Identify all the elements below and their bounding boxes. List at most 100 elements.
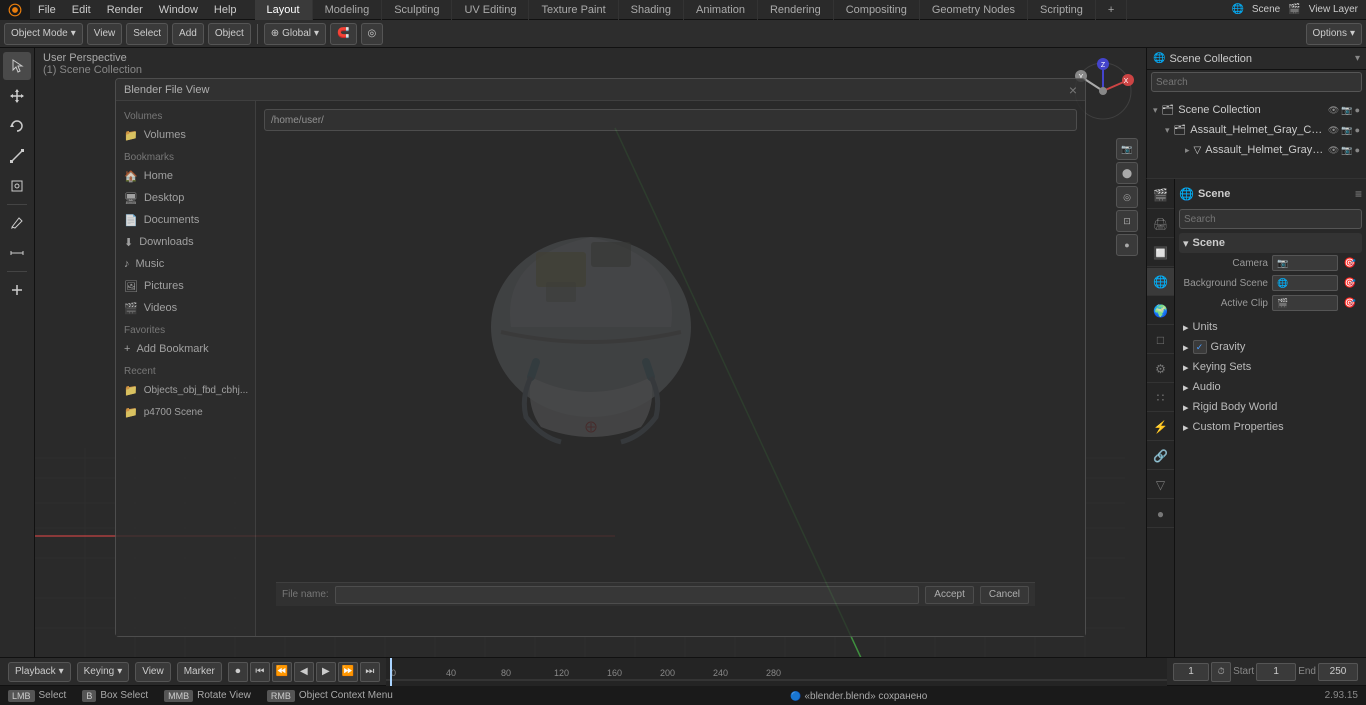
mesh-render-icon[interactable]: ● — [1355, 145, 1360, 156]
tab-add[interactable]: + — [1096, 0, 1127, 20]
mesh-cam-icon[interactable]: 📷 — [1341, 145, 1352, 156]
bg-scene-pick-btn[interactable]: 🎯 — [1342, 275, 1358, 291]
fv-cancel-btn[interactable]: Cancel — [980, 586, 1029, 604]
fps-btn[interactable]: ⏱ — [1211, 662, 1231, 682]
tab-modeling[interactable]: Modeling — [313, 0, 383, 20]
view-menu-btn[interactable]: View — [87, 23, 123, 45]
transform-tool-btn[interactable] — [3, 172, 31, 200]
background-scene-value[interactable]: 🌐 — [1272, 275, 1338, 291]
props-tab-object[interactable]: □ — [1147, 326, 1175, 354]
tab-compositing[interactable]: Compositing — [834, 0, 920, 20]
object-mode-dropdown[interactable]: Object Mode ▾ — [4, 23, 83, 45]
tab-sculpting[interactable]: Sculpting — [382, 0, 452, 20]
gravity-checkbox[interactable]: ✓ — [1193, 340, 1207, 354]
scale-tool-btn[interactable] — [3, 142, 31, 170]
gravity-collapsible[interactable]: ▸ ✓ Gravity — [1179, 337, 1362, 357]
play-btn[interactable]: ▶ — [316, 662, 336, 682]
mesh-eye-icon[interactable]: 👁 — [1328, 145, 1339, 156]
viewport-overlay-btn[interactable]: ◎ — [1116, 186, 1138, 208]
select-menu-btn[interactable]: Select — [126, 23, 168, 45]
viewport-shading-btn[interactable]: ● — [1116, 234, 1138, 256]
menu-window[interactable]: Window — [151, 0, 206, 20]
annotate-tool-btn[interactable] — [3, 209, 31, 237]
rigid-body-collapsible[interactable]: ▸ Rigid Body World — [1179, 397, 1362, 417]
object-menu-btn[interactable]: Object — [208, 23, 251, 45]
fv-item-0[interactable]: 📁 Volumes — [120, 124, 251, 146]
file-view-path-bar[interactable]: /home/user/ — [264, 109, 1077, 131]
timeline-ruler[interactable]: 0 40 80 120 160 200 240 280 — [386, 658, 1167, 686]
clip-pick-btn[interactable]: 🎯 — [1342, 295, 1358, 311]
helmet-eye-icon[interactable]: 👁 — [1328, 125, 1339, 136]
props-tab-view-layer[interactable]: 🔲 — [1147, 239, 1175, 267]
tab-animation[interactable]: Animation — [684, 0, 758, 20]
props-tab-data[interactable]: ▽ — [1147, 471, 1175, 499]
menu-file[interactable]: File — [30, 0, 64, 20]
viewport-camera-btn[interactable]: 📷 — [1116, 138, 1138, 160]
step-fwd-btn[interactable]: ⏩ — [338, 662, 358, 682]
timeline-marker-btn[interactable]: Marker — [177, 662, 222, 682]
viewport-render-mode-btn[interactable]: ⬤ — [1116, 162, 1138, 184]
tab-texture-paint[interactable]: Texture Paint — [529, 0, 618, 20]
timeline-view-btn[interactable]: View — [135, 662, 171, 682]
end-frame-input[interactable] — [1318, 663, 1358, 681]
proportional-btn[interactable]: ◎ — [361, 23, 384, 45]
tab-geometry-nodes[interactable]: Geometry Nodes — [920, 0, 1028, 20]
viewport-3d[interactable]: User Perspective (1) Scene Collection — [35, 48, 1146, 657]
units-collapsible[interactable]: ▸ Units — [1179, 317, 1362, 337]
playback-dropdown[interactable]: Playback ▾ — [8, 662, 71, 682]
item-cam-icon[interactable]: 📷 — [1341, 105, 1352, 116]
current-frame-input[interactable] — [1173, 663, 1209, 681]
camera-pick-btn[interactable]: 🎯 — [1342, 255, 1358, 271]
fv-item-home[interactable]: 🏠 Home — [120, 165, 251, 187]
jump-start-btn[interactable]: ⏮ — [250, 662, 270, 682]
item-render-icon[interactable]: ● — [1355, 105, 1360, 116]
tab-shading[interactable]: Shading — [619, 0, 684, 20]
fv-item-music[interactable]: ♪ Music — [120, 253, 251, 275]
options-dropdown[interactable]: Options ▾ — [1306, 23, 1363, 45]
fv-recent-item2[interactable]: 📁 p4700 Scene — [120, 401, 251, 423]
global-dropdown[interactable]: ⊕ Global ▾ — [264, 23, 326, 45]
fv-item-docs[interactable]: 📄 Documents — [120, 209, 251, 231]
step-back-btn[interactable]: ⏪ — [272, 662, 292, 682]
cursor-tool-btn[interactable] — [3, 52, 31, 80]
props-tab-constraints[interactable]: 🔗 — [1147, 442, 1175, 470]
outliner-item-helmet-mesh[interactable]: ▸ ▽ Assault_Helmet_Gray_Ca... 👁 📷 ● — [1181, 140, 1364, 160]
props-tab-scene[interactable]: 🌐 — [1147, 268, 1175, 296]
fv-recent-item[interactable]: 📁 Objects_obj_fbd_cbhj... — [120, 379, 251, 401]
keying-dropdown[interactable]: Keying ▾ — [77, 662, 130, 682]
props-tab-world[interactable]: 🌍 — [1147, 297, 1175, 325]
active-clip-value[interactable]: 🎬 — [1272, 295, 1338, 311]
props-tab-material[interactable]: ● — [1147, 500, 1175, 528]
tab-rendering[interactable]: Rendering — [758, 0, 834, 20]
props-tab-render[interactable]: 🎬 — [1147, 181, 1175, 209]
audio-collapsible[interactable]: ▸ Audio — [1179, 377, 1362, 397]
start-frame-input[interactable] — [1256, 663, 1296, 681]
outliner-search-input[interactable] — [1151, 72, 1362, 92]
custom-props-collapsible[interactable]: ▸ Custom Properties — [1179, 417, 1362, 437]
fv-item-add-bookmark[interactable]: + Add Bookmark — [120, 338, 251, 360]
keying-sets-collapsible[interactable]: ▸ Keying Sets — [1179, 357, 1362, 377]
jump-end-btn[interactable]: ⏭ — [360, 662, 380, 682]
tab-uv-editing[interactable]: UV Editing — [452, 0, 529, 20]
camera-value[interactable]: 📷 — [1272, 255, 1338, 271]
props-tab-modifier[interactable]: ⚙ — [1147, 355, 1175, 383]
file-view-main-area[interactable]: /home/user/ File name: Accept Cancel — [256, 101, 1085, 636]
play-reverse-btn[interactable]: ◀ — [294, 662, 314, 682]
outliner-item-scene-collection[interactable]: ▾ 🗂 Scene Collection 👁 📷 ● — [1149, 100, 1364, 120]
fv-item-downloads[interactable]: ⬇ Downloads — [120, 231, 251, 253]
add-menu-btn[interactable]: Add — [172, 23, 204, 45]
tab-scripting[interactable]: Scripting — [1028, 0, 1096, 20]
props-tab-physics[interactable]: ⚡ — [1147, 413, 1175, 441]
file-view-overlay[interactable]: Blender File View × Volumes 📁 Volumes Bo… — [115, 78, 1086, 637]
helmet-render-icon[interactable]: ● — [1355, 125, 1360, 136]
menu-render[interactable]: Render — [99, 0, 151, 20]
tab-layout[interactable]: Layout — [255, 0, 313, 20]
outliner-item-helmet[interactable]: ▾ 🗂 Assault_Helmet_Gray_Camo... 👁 📷 ● — [1161, 120, 1364, 140]
fv-item-videos[interactable]: 🎬 Videos — [120, 297, 251, 319]
scene-section-header[interactable]: ▾ Scene — [1179, 233, 1362, 253]
measure-tool-btn[interactable] — [3, 239, 31, 267]
add-tool-btn[interactable] — [3, 276, 31, 304]
menu-edit[interactable]: Edit — [64, 0, 99, 20]
rotate-tool-btn[interactable] — [3, 112, 31, 140]
props-tab-output[interactable]: 🖨 — [1147, 210, 1175, 238]
